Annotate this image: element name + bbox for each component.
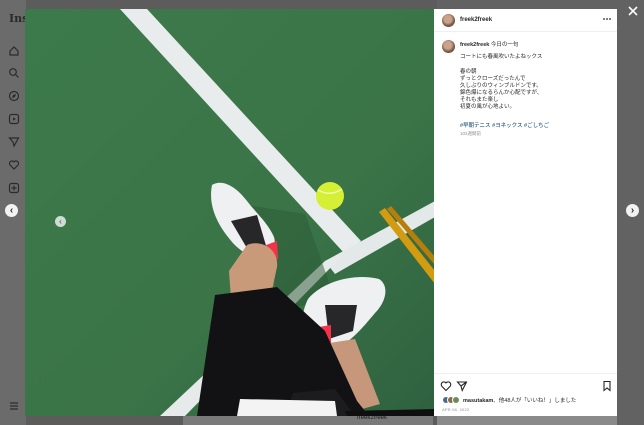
- post-header: freek2freek: [434, 9, 617, 32]
- caption-header: freek2freek 今日の一句: [460, 40, 518, 48]
- create-icon: [8, 182, 20, 194]
- more-options-button[interactable]: [602, 14, 612, 26]
- tennis-court-photo: [25, 9, 435, 416]
- post-photo: ‹: [25, 9, 435, 416]
- caption-line: 錦色爆になるらんか心配ですが、: [460, 90, 543, 96]
- heart-icon: [8, 159, 20, 171]
- chevron-left-icon: ‹: [9, 205, 14, 216]
- next-post-button[interactable]: ›: [626, 204, 639, 217]
- carousel-previous-button[interactable]: ‹: [55, 216, 66, 227]
- send-icon: [456, 381, 468, 393]
- messages-icon: [8, 136, 20, 148]
- post-date: APR 08, 2022: [442, 407, 470, 412]
- search-icon: [8, 67, 20, 79]
- caption-title: 今日の一句: [490, 42, 519, 48]
- explore-icon: [8, 90, 20, 102]
- reels-icon: [8, 113, 20, 125]
- bookmark-icon: [603, 380, 611, 392]
- likes-suffix[interactable]: 、他48人が「いいね！」しました: [493, 398, 576, 404]
- chevron-right-icon: ›: [630, 205, 635, 216]
- chevron-left-icon: ‹: [59, 217, 62, 226]
- close-modal-button[interactable]: [624, 2, 642, 20]
- close-icon: [628, 6, 638, 16]
- likes-username[interactable]: masutakam: [463, 398, 493, 404]
- save-button[interactable]: [601, 379, 613, 392]
- heart-icon: [440, 381, 452, 392]
- previous-post-button[interactable]: ‹: [5, 204, 18, 217]
- caption-line: それもまた楽し: [460, 97, 499, 103]
- likes-text: masutakam、他48人が「いいね！」しました: [463, 396, 576, 404]
- more-icon: [603, 18, 611, 20]
- avatar[interactable]: [442, 14, 455, 27]
- background-feed-post: [183, 416, 433, 425]
- like-button[interactable]: [440, 379, 452, 392]
- likes-summary: masutakam、他48人が「いいね！」しました: [442, 395, 576, 405]
- caption-line: 初夏の風が心地よい。: [460, 104, 516, 110]
- caption-line: 春の朝: [460, 69, 477, 75]
- hashtags[interactable]: #早朝テニス #ヨネックス #ごしちご: [460, 121, 549, 129]
- caption-line: 久しぶりのウィンブルドンです。: [460, 83, 542, 89]
- post-actions-bar: [434, 373, 617, 393]
- post-details-panel: freek2freek freek2freek 今日の一句 コートにも春風吹いた…: [434, 9, 617, 416]
- caption-line: コートにも春風吹いたよねックス: [460, 54, 543, 60]
- menu-icon: [8, 400, 20, 412]
- home-icon: [8, 45, 20, 57]
- caption-username[interactable]: freek2freek: [460, 42, 489, 48]
- share-button[interactable]: [456, 379, 468, 393]
- caption-line: ずっとクローズだったんで: [460, 76, 526, 82]
- liker-avatar: [452, 396, 460, 404]
- posted-ago: 102週間前: [460, 131, 482, 136]
- post-author-username[interactable]: freek2freek: [460, 17, 492, 23]
- caption-avatar[interactable]: [442, 40, 455, 53]
